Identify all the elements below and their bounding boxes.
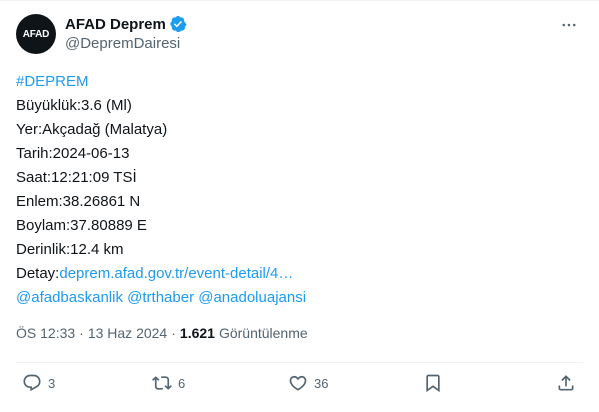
views-count: 1.621: [179, 325, 215, 341]
magnitude-line: Büyüklük:3.6 (Ml): [16, 97, 132, 114]
reply-count: 3: [48, 375, 56, 391]
post-time[interactable]: ÖS 12:33: [16, 325, 75, 341]
more-options-icon[interactable]: [557, 13, 581, 37]
mention-trthaber[interactable]: @trthaber: [127, 289, 194, 306]
repost-count: 6: [178, 375, 186, 391]
tweet-card: AFAD AFAD Deprem @DepremDairesi #DEPREM …: [0, 0, 599, 412]
share-button[interactable]: [556, 373, 576, 393]
reply-icon: [22, 373, 42, 393]
share-icon: [556, 373, 576, 393]
latitude-line: Enlem:38.26861 N: [16, 193, 141, 210]
verified-badge-icon: [169, 15, 187, 33]
detail-label: Detay:: [16, 265, 60, 282]
mention-anadoluajansi[interactable]: @anadoluajansi: [198, 289, 306, 306]
bookmark-button[interactable]: [423, 373, 443, 393]
time-line: Saat:12:21:09 TSİ: [16, 169, 137, 186]
divider: [16, 362, 583, 363]
repost-button[interactable]: 6: [152, 373, 185, 393]
meta-separator: ·: [79, 325, 84, 341]
hashtag-link[interactable]: #DEPREM: [16, 73, 89, 90]
display-name[interactable]: AFAD Deprem: [65, 16, 166, 33]
repost-icon: [152, 373, 172, 393]
date-line: Tarih:2024-06-13: [16, 145, 130, 162]
avatar-logo-text: AFAD: [22, 28, 50, 40]
bookmark-icon: [423, 373, 443, 393]
author-handle[interactable]: @DepremDairesi: [65, 35, 180, 52]
views-label: Görüntülenme: [218, 325, 308, 341]
post-date[interactable]: 13 Haz 2024: [88, 325, 167, 341]
author-name-row: AFAD Deprem: [65, 15, 187, 33]
post-body: #DEPREM Büyüklük:3.6 (Ml) Yer:Akçadağ (M…: [16, 70, 576, 310]
meta-separator: ·: [171, 325, 176, 341]
longitude-line: Boylam:37.80889 E: [16, 217, 147, 234]
mention-afadbaskanlik[interactable]: @afadbaskanlik: [16, 289, 123, 306]
depth-line: Derinlik:12.4 km: [16, 241, 124, 258]
action-bar: 3 6 36: [0, 373, 599, 397]
like-icon: [288, 373, 308, 393]
detail-link[interactable]: deprem.afad.gov.tr/event-detail/4…: [59, 265, 293, 282]
avatar[interactable]: AFAD: [16, 14, 56, 54]
location-line: Yer:Akçadağ (Malatya): [16, 121, 168, 138]
reply-button[interactable]: 3: [22, 373, 55, 393]
like-button[interactable]: 36: [288, 373, 328, 393]
like-count: 36: [314, 375, 329, 391]
post-meta: ÖS 12:33 · 13 Haz 2024 · 1.621 Görüntüle…: [16, 325, 308, 341]
